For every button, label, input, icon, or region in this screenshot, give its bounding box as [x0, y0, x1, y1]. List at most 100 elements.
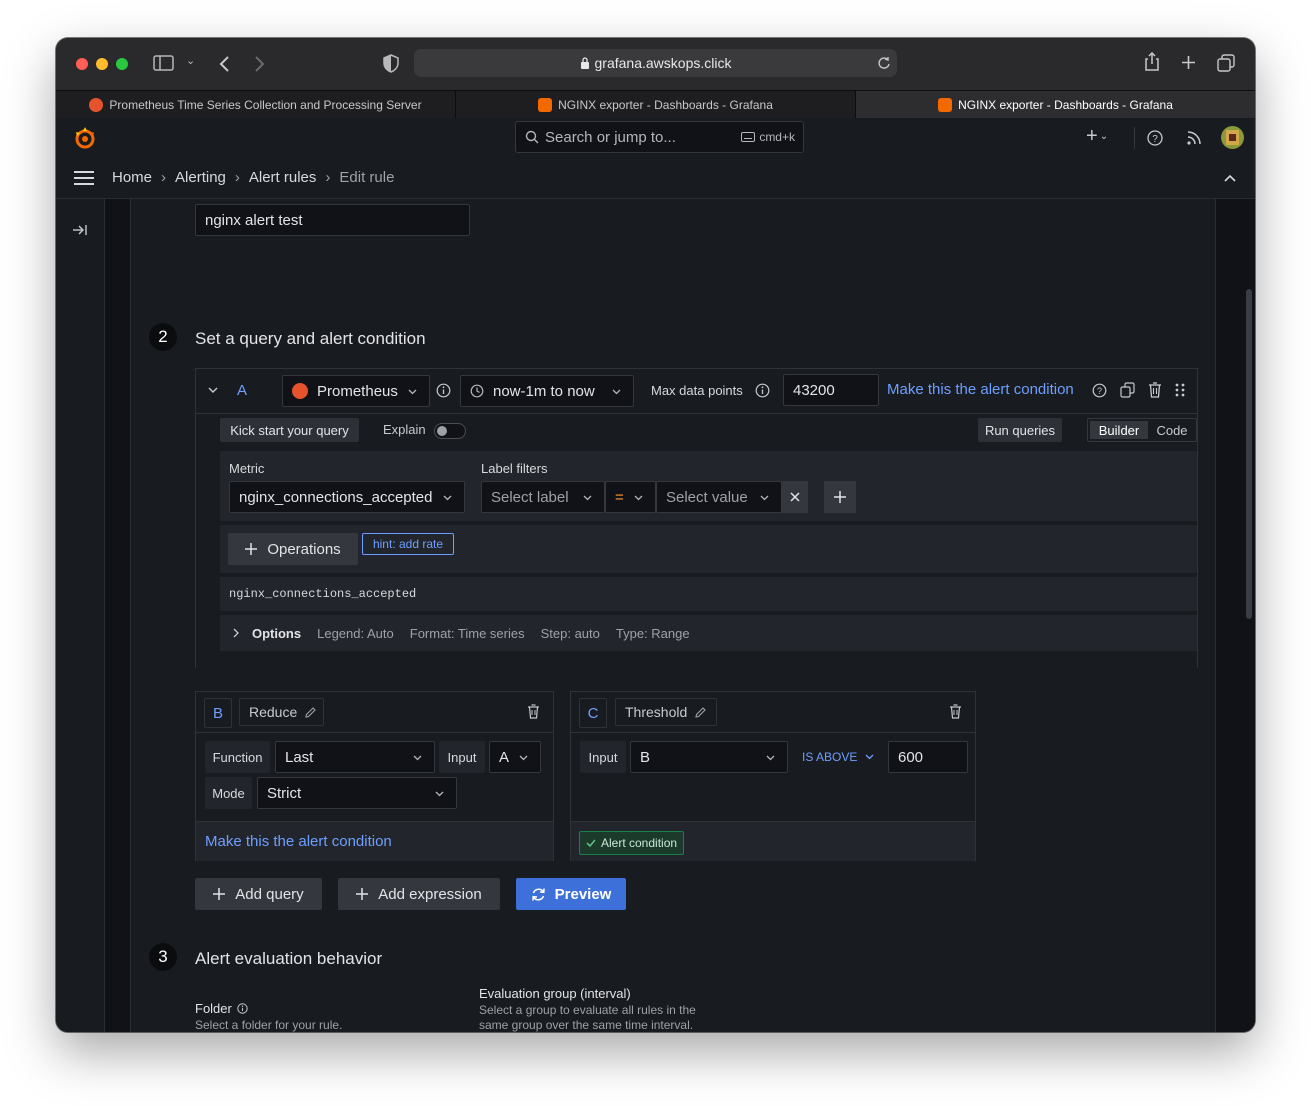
rule-name-input[interactable]: nginx alert test [195, 204, 470, 236]
expression-b-header: B Reduce [196, 692, 553, 733]
grafana-logo-icon[interactable] [73, 126, 97, 150]
query-options-row[interactable]: Options Legend: Auto Format: Time series… [220, 615, 1197, 651]
maximize-window-button[interactable] [116, 58, 128, 70]
news-feed-icon[interactable] [1186, 130, 1202, 146]
chevron-down-icon [435, 791, 444, 797]
options-legend: Legend: Auto [317, 625, 394, 641]
chevron-down-icon[interactable]: ⌄ [186, 54, 195, 67]
info-icon[interactable] [436, 383, 451, 398]
expression-type-reduce[interactable]: Reduce [239, 698, 324, 726]
shortcut-hint: cmd+k [741, 130, 795, 144]
operator-select[interactable]: = [605, 481, 656, 513]
close-window-button[interactable] [76, 58, 88, 70]
hint-add-rate-button[interactable]: hint: add rate [362, 533, 454, 555]
chevron-up-icon[interactable] [1224, 174, 1236, 182]
folder-description: Select a folder for your rule. [195, 1018, 343, 1032]
address-bar[interactable]: grafana.awskops.click [414, 49, 897, 77]
max-data-points-input[interactable]: 43200 [783, 374, 879, 406]
breadcrumb-home[interactable]: Home [112, 169, 152, 186]
breadcrumb-separator: › [325, 169, 331, 186]
datasource-picker[interactable]: Prometheus [282, 375, 430, 407]
reload-icon[interactable] [877, 56, 891, 70]
help-icon[interactable]: ? [1092, 383, 1107, 398]
dock-menu-icon[interactable] [73, 224, 88, 236]
tab-grafana-2[interactable]: NGINX exporter - Dashboards - Grafana [856, 91, 1255, 119]
add-filter-button[interactable] [824, 481, 856, 513]
rule-editor-panel: nginx alert test 2 Set a query and alert… [130, 199, 1216, 1032]
grafana-topbar: Search or jump to... cmd+k + ⌄ ? [56, 118, 1255, 159]
forward-icon[interactable] [254, 55, 266, 73]
sidebar-toggle-icon[interactable] [153, 55, 175, 72]
remove-filter-button[interactable] [782, 481, 808, 513]
trash-icon[interactable] [949, 704, 962, 719]
new-tab-icon[interactable] [1181, 55, 1196, 70]
minimize-window-button[interactable] [96, 58, 108, 70]
section-title: Alert evaluation behavior [195, 949, 383, 968]
time-range-picker[interactable]: now-1m to now [460, 375, 634, 407]
make-alert-condition-link[interactable]: Make this the alert condition [205, 833, 392, 850]
plus-icon [834, 491, 846, 503]
expression-c-box: C Threshold Input B IS ABOVE 600 Alert c… [570, 691, 976, 861]
vertical-scrollbar[interactable] [1246, 289, 1252, 619]
make-alert-condition-link[interactable]: Make this the alert condition [887, 381, 1074, 398]
step-number: 2 [149, 323, 177, 351]
grafana-favicon-icon [538, 98, 553, 112]
breadcrumb-alerting[interactable]: Alerting [175, 169, 226, 186]
trash-icon[interactable] [1148, 382, 1162, 398]
threshold-input[interactable]: 600 [888, 741, 968, 773]
step-number: 3 [149, 943, 177, 971]
query-ref-a[interactable]: A [237, 382, 247, 399]
browser-titlebar: ⌄ grafana.awskops.click [56, 38, 1255, 90]
chevron-right-icon [233, 628, 239, 638]
new-menu-button[interactable]: + ⌄ [1086, 125, 1108, 148]
collapse-chevron-icon[interactable] [208, 387, 218, 394]
user-avatar[interactable] [1221, 126, 1244, 149]
evaluation-group-label: Evaluation group (interval) [479, 986, 631, 1001]
chevron-down-icon [612, 389, 621, 395]
search-input[interactable]: Search or jump to... cmd+k [515, 121, 804, 153]
metric-label: Metric [229, 461, 265, 476]
mode-select[interactable]: Strict [257, 777, 457, 809]
menu-icon[interactable] [74, 171, 94, 185]
chevron-down-icon [865, 754, 874, 760]
chevron-down-icon [634, 495, 643, 501]
operations-button[interactable]: Operations [228, 533, 358, 565]
mode-label: Mode [205, 777, 252, 809]
trash-icon[interactable] [527, 704, 540, 719]
code-mode-button[interactable]: Code [1150, 421, 1194, 439]
help-icon[interactable]: ? [1147, 130, 1163, 146]
input-select[interactable]: A [489, 741, 541, 773]
keyboard-icon [741, 132, 756, 142]
tab-prometheus[interactable]: Prometheus Time Series Collection and Pr… [56, 91, 456, 119]
explain-toggle[interactable] [434, 423, 466, 439]
expression-type-threshold[interactable]: Threshold [615, 698, 717, 726]
expression-ref-c[interactable]: C [579, 698, 607, 728]
browser-tabbar: Prometheus Time Series Collection and Pr… [56, 90, 1255, 119]
tab-grafana-1[interactable]: NGINX exporter - Dashboards - Grafana [456, 91, 856, 119]
expression-ref-b[interactable]: B [204, 698, 232, 728]
builder-mode-button[interactable]: Builder [1090, 421, 1148, 439]
input-select[interactable]: B [630, 741, 788, 773]
section-title: Set a query and alert condition [195, 329, 426, 348]
metric-select[interactable]: nginx_connections_accepted [229, 481, 465, 513]
add-expression-button[interactable]: Add expression [338, 878, 500, 910]
info-icon[interactable] [237, 1003, 248, 1014]
breadcrumb-alert-rules[interactable]: Alert rules [249, 169, 317, 186]
share-icon[interactable] [1144, 52, 1160, 72]
function-select[interactable]: Last [275, 741, 435, 773]
preview-button[interactable]: Preview [516, 878, 626, 910]
drag-handle-icon[interactable] [1175, 383, 1185, 397]
tab-overview-icon[interactable] [1217, 54, 1235, 72]
back-icon[interactable] [218, 55, 230, 73]
breadcrumb-bar: Home › Alerting › Alert rules › Edit rul… [56, 158, 1255, 199]
shield-icon[interactable] [383, 54, 399, 73]
explain-label: Explain [383, 422, 426, 437]
info-icon[interactable] [755, 383, 770, 398]
add-query-button[interactable]: Add query [195, 878, 322, 910]
comparator-select[interactable]: IS ABOVE [802, 741, 874, 773]
select-value-dropdown[interactable]: Select value [656, 481, 782, 513]
duplicate-icon[interactable] [1120, 382, 1135, 398]
kick-start-query-button[interactable]: Kick start your query [220, 418, 359, 442]
select-label-dropdown[interactable]: Select label [481, 481, 605, 513]
run-queries-button[interactable]: Run queries [978, 418, 1062, 442]
